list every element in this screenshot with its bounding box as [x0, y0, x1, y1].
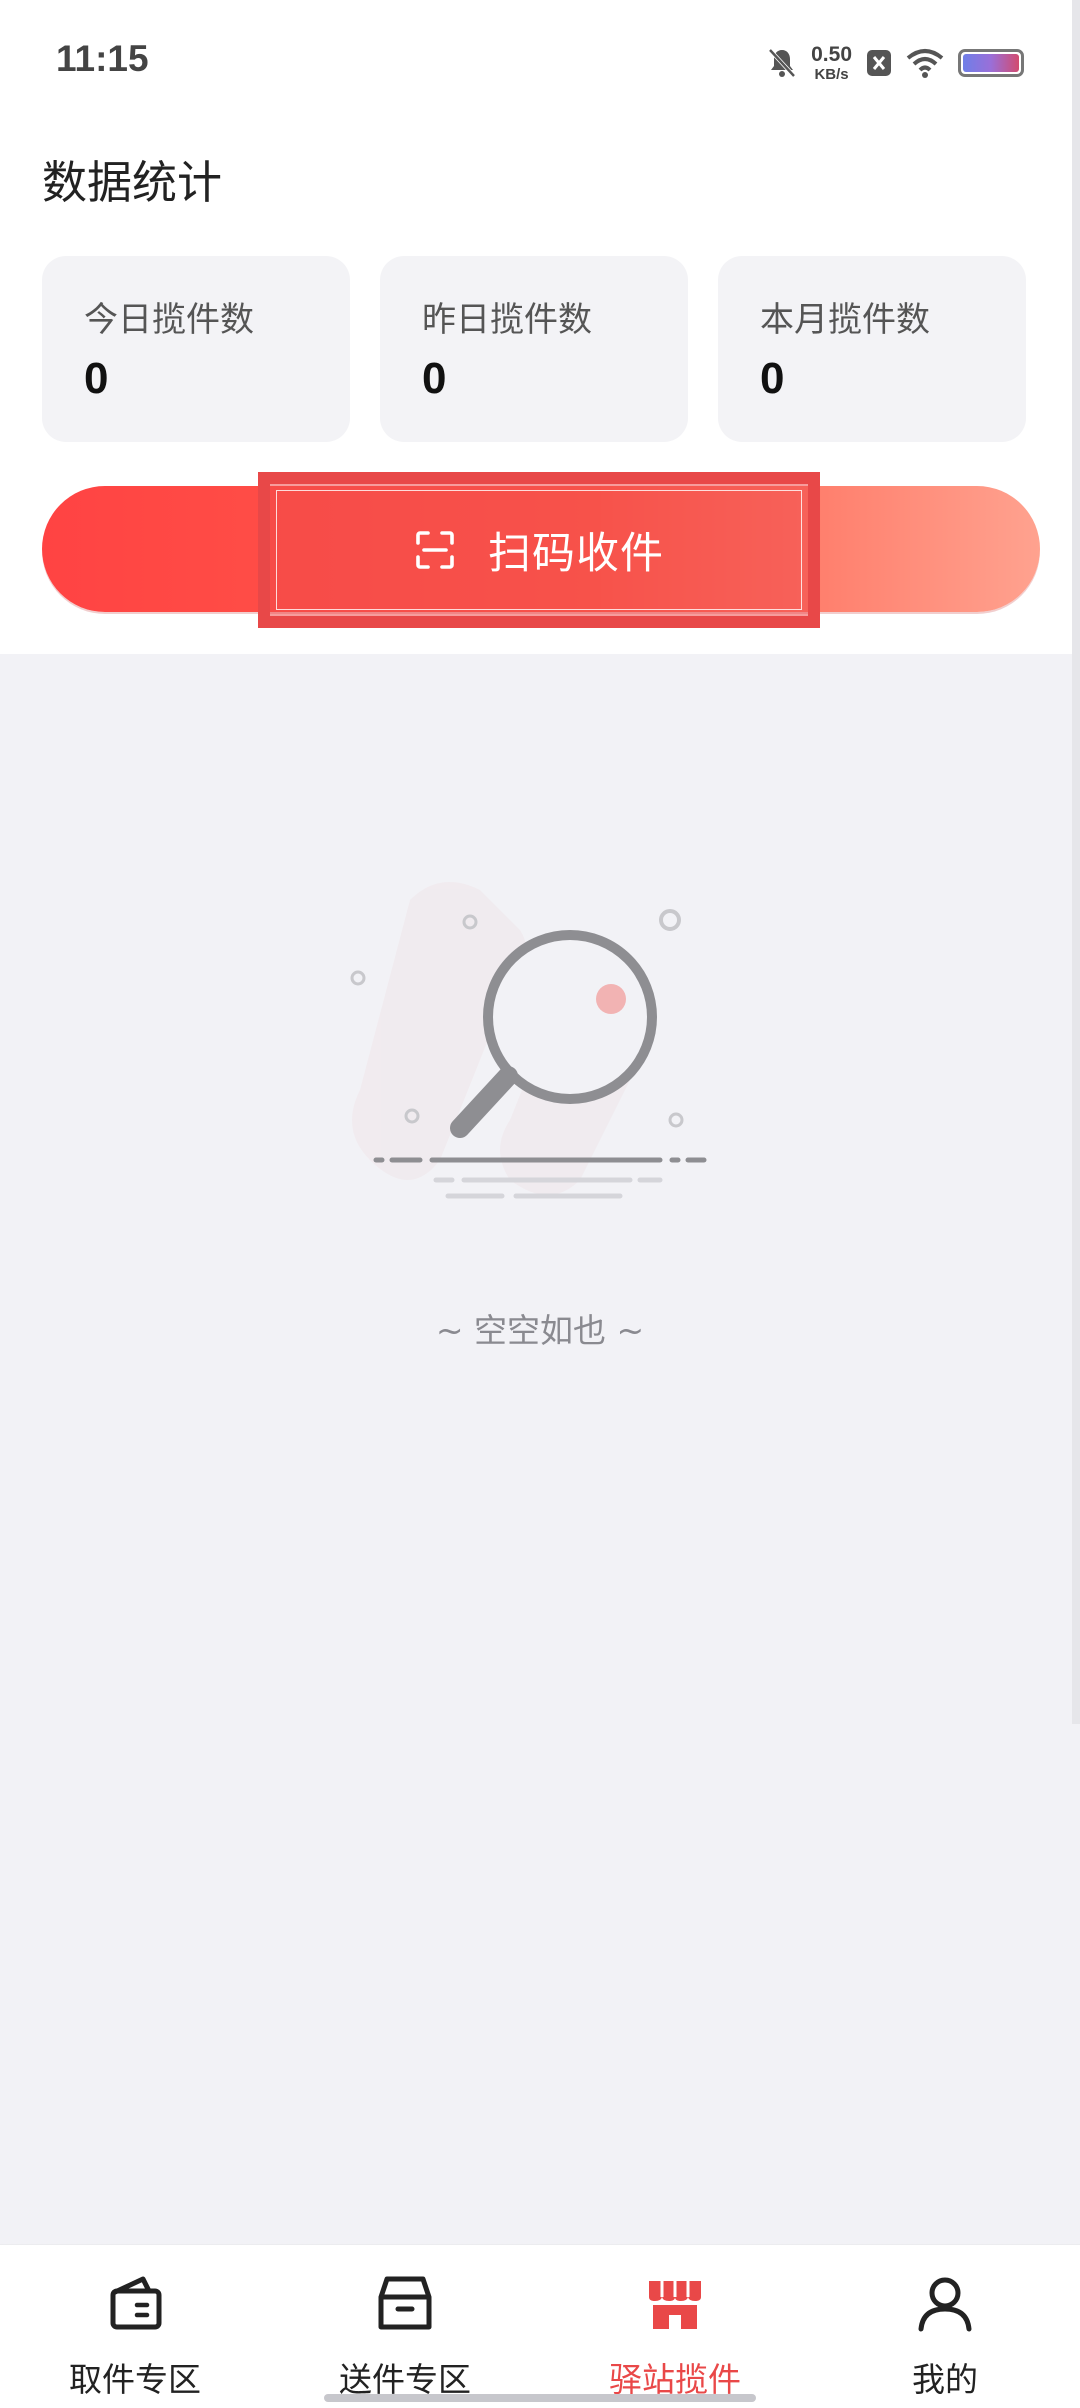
nav-item-station-pickup[interactable]: 驿站揽件: [540, 2245, 810, 2408]
scrollbar[interactable]: [1072, 0, 1080, 1724]
scan-button-label: 扫码收件: [488, 529, 664, 579]
stat-value: 0: [422, 354, 447, 403]
bottom-nav: 取件专区 送件专区 驿站揽件 我的: [0, 2244, 1080, 2408]
status-time: 11:15: [56, 38, 149, 79]
nav-label: 我的: [912, 2360, 978, 2399]
wallet-icon: [110, 2276, 162, 2330]
nav-item-send[interactable]: 送件专区: [270, 2245, 540, 2408]
stat-label: 今日揽件数: [84, 300, 254, 340]
store-icon: [649, 2281, 701, 2329]
nav-item-mine[interactable]: 我的: [810, 2245, 1080, 2408]
stat-value: 0: [84, 354, 109, 403]
stat-card-today: 今日揽件数 0: [42, 256, 350, 442]
net-speed-unit: KB/s: [814, 66, 849, 83]
scan-icon: [416, 531, 454, 569]
status-bar: 11:15 0.50 KB/s: [0, 0, 1080, 126]
stat-label: 本月揽件数: [760, 300, 930, 340]
stat-card-month: 本月揽件数 0: [718, 256, 1026, 442]
wifi-icon: [906, 49, 944, 78]
nav-label: 取件专区: [69, 2360, 201, 2399]
close-box-icon: [867, 50, 891, 76]
section-title: 数据统计: [42, 156, 223, 209]
box-icon: [378, 2276, 432, 2330]
stat-label: 昨日揽件数: [422, 300, 592, 340]
stats-panel: 数据统计 今日揽件数 0 昨日揽件数 0 本月揽件数 0 扫码收件: [0, 126, 1080, 654]
net-speed-value: 0.50: [811, 43, 852, 66]
bell-mute-icon: [768, 48, 796, 78]
scan-button-highlight[interactable]: 扫码收件: [258, 472, 820, 628]
status-icons: 0.50 KB/s: [767, 40, 1024, 86]
nav-item-pickup[interactable]: 取件专区: [0, 2245, 270, 2408]
stat-value: 0: [760, 354, 785, 403]
stat-card-yesterday: 昨日揽件数 0: [380, 256, 688, 442]
user-icon: [918, 2277, 972, 2332]
home-indicator[interactable]: [324, 2394, 756, 2402]
empty-state-text: ~ 空空如也 ~: [435, 1311, 645, 1350]
battery-icon: [958, 49, 1024, 77]
net-speed: 0.50 KB/s: [811, 44, 852, 82]
magnifier-icon: [350, 882, 707, 1199]
